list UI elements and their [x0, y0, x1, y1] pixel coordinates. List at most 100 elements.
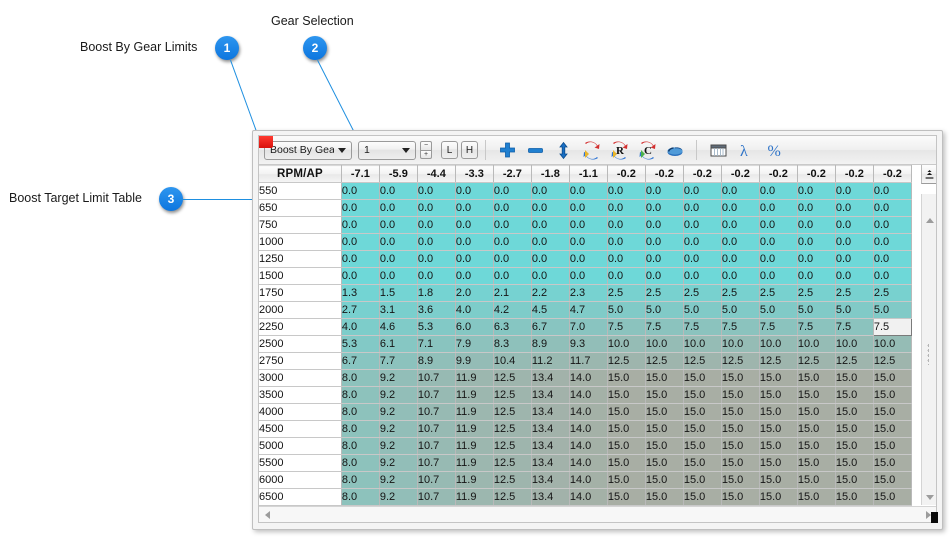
grid-cell[interactable]: 9.3: [569, 335, 608, 353]
grid-cell[interactable]: 7.5: [797, 318, 836, 336]
grid-cell[interactable]: 0.0: [569, 182, 608, 200]
grid-cell[interactable]: 0.0: [835, 182, 874, 200]
grid-cell[interactable]: 8.0: [341, 386, 380, 404]
percent-icon[interactable]: %: [761, 138, 787, 162]
table-row[interactable]: 1250 0.0 0.0 0.0 0.0 0.0 0.0 0.0 0.0 0.0 0.0 0.0 0.0…: [259, 250, 913, 268]
grid-cell[interactable]: 0.0: [417, 216, 456, 234]
grid-cell[interactable]: 5.0: [873, 301, 913, 319]
grid-cell[interactable]: 8.0: [341, 420, 380, 438]
grid-cell[interactable]: 14.0: [569, 471, 608, 489]
grid-cell[interactable]: 0.0: [873, 199, 913, 217]
grid-cell[interactable]: 0.0: [455, 199, 494, 217]
grid-cell[interactable]: 0.0: [721, 250, 760, 268]
grid-cell[interactable]: 0.0: [835, 233, 874, 251]
grid-cell[interactable]: 0.0: [721, 182, 760, 200]
refresh-c-icon[interactable]: C: [634, 138, 660, 162]
row-header[interactable]: 6000: [259, 471, 342, 489]
grid-column-header[interactable]: -4.4: [417, 165, 456, 183]
row-header[interactable]: 2250: [259, 318, 342, 336]
grid-cell[interactable]: 2.5: [607, 284, 646, 302]
grid-column-header[interactable]: -0.2: [645, 165, 684, 183]
grid-cell[interactable]: 0.0: [835, 250, 874, 268]
grid-cell[interactable]: 4.6: [379, 318, 418, 336]
table-row[interactable]: 4500 8.0 9.2 10.7 11.9 12.5 13.4 14.0 15.0 15.0 15…: [259, 420, 913, 438]
grid-cell[interactable]: 7.5: [645, 318, 684, 336]
grid-cell[interactable]: 13.4: [531, 403, 570, 421]
grid-cell[interactable]: 10.0: [759, 335, 798, 353]
grid-cell[interactable]: 9.2: [379, 437, 418, 455]
grid-cell[interactable]: 14.0: [569, 420, 608, 438]
grid-cell[interactable]: 12.5: [493, 386, 532, 404]
grid-cell[interactable]: 15.0: [683, 437, 722, 455]
grid-column-header[interactable]: -2.7: [493, 165, 532, 183]
grid-cell[interactable]: 0.0: [531, 216, 570, 234]
grid-cell[interactable]: 2.5: [721, 284, 760, 302]
grid-cell[interactable]: 0.0: [341, 267, 380, 285]
grid-sort-header-cell[interactable]: [921, 165, 936, 184]
grid-cell[interactable]: 0.0: [873, 233, 913, 251]
grid-cell[interactable]: 15.0: [645, 454, 684, 472]
grid-cell[interactable]: 0.0: [721, 267, 760, 285]
grid-cell[interactable]: 0.0: [455, 233, 494, 251]
grid-cell[interactable]: 10.0: [835, 335, 874, 353]
grid-cell[interactable]: 15.0: [721, 488, 760, 506]
grid-cell[interactable]: 8.0: [341, 403, 380, 421]
grid-cell[interactable]: 0.0: [379, 199, 418, 217]
horizontal-scroll-track[interactable]: [275, 507, 920, 522]
grid-cell[interactable]: 0.0: [493, 199, 532, 217]
grid-cell[interactable]: 0.0: [683, 267, 722, 285]
grid-cell[interactable]: 15.0: [721, 437, 760, 455]
grid-cell[interactable]: 10.7: [417, 403, 456, 421]
grid-cell[interactable]: 15.0: [873, 437, 913, 455]
row-header[interactable]: 3000: [259, 369, 342, 387]
grid-cell[interactable]: 0.0: [341, 199, 380, 217]
grid-cell[interactable]: 0.0: [417, 199, 456, 217]
grid-cell[interactable]: 0.0: [683, 216, 722, 234]
scroll-left-button[interactable]: [259, 507, 275, 523]
horizontal-scrollbar[interactable]: [259, 506, 936, 522]
grid-cell[interactable]: 15.0: [683, 454, 722, 472]
grid-cell[interactable]: 0.0: [721, 216, 760, 234]
grid-cell[interactable]: 2.1: [493, 284, 532, 302]
grid-cell[interactable]: 11.9: [455, 437, 494, 455]
grid-cell[interactable]: 14.0: [569, 369, 608, 387]
grid-cell[interactable]: 7.5: [759, 318, 798, 336]
grid-cell[interactable]: 5.0: [797, 301, 836, 319]
grid-cell[interactable]: 7.7: [379, 352, 418, 370]
low-button[interactable]: L: [441, 141, 458, 159]
grid-cell[interactable]: 0.0: [531, 233, 570, 251]
grid-cell[interactable]: 15.0: [835, 454, 874, 472]
grid-cell[interactable]: 0.0: [759, 216, 798, 234]
grid-cell[interactable]: 15.0: [873, 454, 913, 472]
grid-cell[interactable]: 0.0: [683, 199, 722, 217]
row-header[interactable]: 1250: [259, 250, 342, 268]
grid-cell[interactable]: 2.0: [455, 284, 494, 302]
grid-cell[interactable]: 0.0: [645, 267, 684, 285]
gear-select-dropdown[interactable]: 1: [358, 140, 416, 160]
grid-cell[interactable]: 15.0: [683, 471, 722, 489]
grid-cell[interactable]: 1.8: [417, 284, 456, 302]
grid-cell[interactable]: 0.0: [569, 250, 608, 268]
grid-cell[interactable]: 0.0: [341, 233, 380, 251]
grid-cell[interactable]: 3.6: [417, 301, 456, 319]
grid-cell[interactable]: 2.5: [835, 284, 874, 302]
row-header[interactable]: 2500: [259, 335, 342, 353]
grid-cell[interactable]: 12.5: [493, 437, 532, 455]
grid-cell[interactable]: 0.0: [607, 199, 646, 217]
grid-cell[interactable]: 2.5: [873, 284, 913, 302]
grid-cell[interactable]: 11.9: [455, 420, 494, 438]
table-row[interactable]: 2000 2.7 3.1 3.6 4.0 4.2 4.5 4.7 5.0 5.0 5.0 5.0 5.0…: [259, 301, 913, 319]
table-row[interactable]: 6500 8.0 9.2 10.7 11.9 12.5 13.4 14.0 15.0 15.0 15…: [259, 488, 913, 506]
grid-cell[interactable]: 11.9: [455, 386, 494, 404]
grid-cell[interactable]: 15.0: [835, 369, 874, 387]
table-row[interactable]: 750 0.0 0.0 0.0 0.0 0.0 0.0 0.0 0.0 0.0 0.0 0.0 0.0 0…: [259, 216, 913, 234]
row-header[interactable]: 1000: [259, 233, 342, 251]
grid-cell[interactable]: 0.0: [607, 216, 646, 234]
grid-cell[interactable]: 15.0: [683, 488, 722, 506]
grid-cell[interactable]: 0.0: [797, 267, 836, 285]
grid-cell[interactable]: 15.0: [759, 403, 798, 421]
grid-cell[interactable]: 4.0: [341, 318, 380, 336]
grid-cell[interactable]: 15.0: [721, 420, 760, 438]
grid-cell[interactable]: 0.0: [455, 267, 494, 285]
grid-cell[interactable]: 15.0: [797, 369, 836, 387]
